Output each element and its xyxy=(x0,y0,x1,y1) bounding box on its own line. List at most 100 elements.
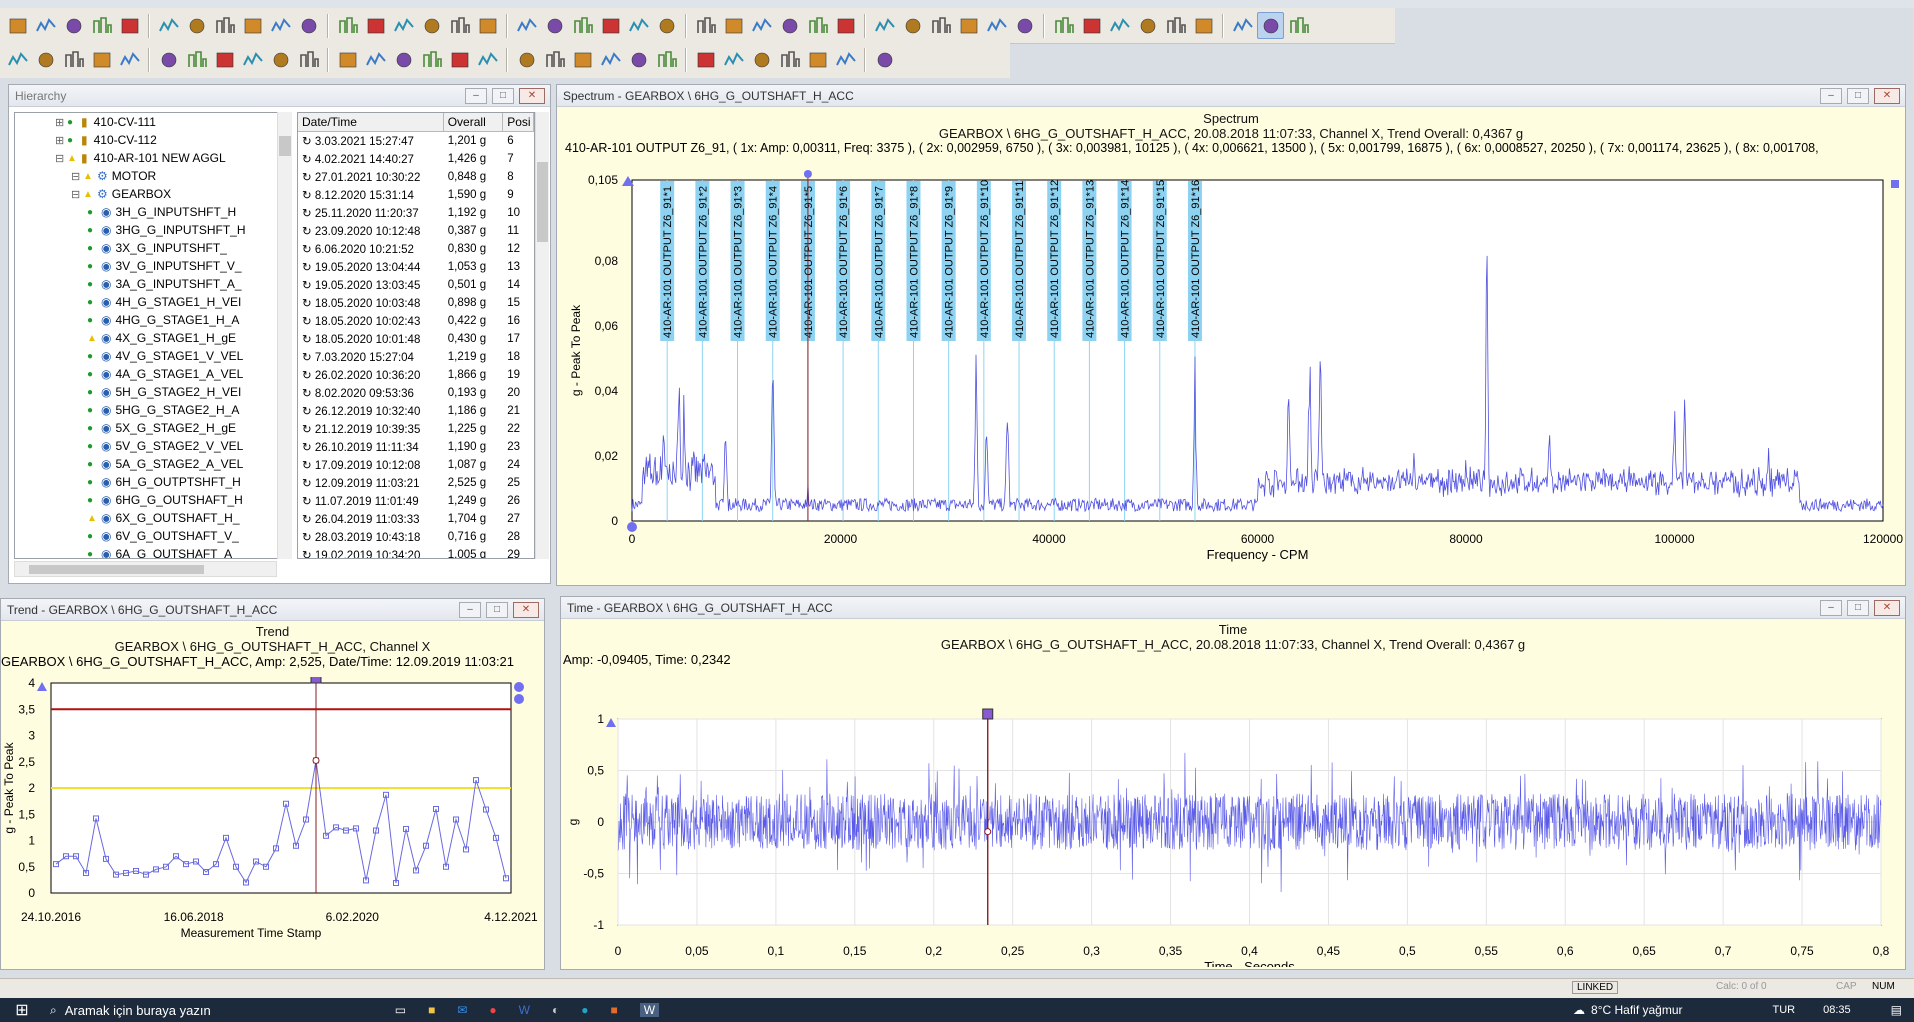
tree-node[interactable]: ⊟ ▲ ⚙ MOTOR xyxy=(15,167,291,185)
cursor-icon[interactable] xyxy=(1190,12,1217,39)
folder-icon[interactable] xyxy=(776,12,803,39)
tree-node[interactable]: ⊞ ● ▮ 410-CV-112 xyxy=(15,131,291,149)
setup-icon[interactable] xyxy=(4,47,31,74)
csv-icon[interactable] xyxy=(390,12,417,39)
harmonic-icon[interactable] xyxy=(541,12,568,39)
alarm-icon[interactable] xyxy=(88,47,115,74)
office-icon[interactable]: ■ xyxy=(610,1003,617,1017)
setup-icon[interactable] xyxy=(692,47,719,74)
tree-node[interactable]: ⊟ ▲ ⚙ GEARBOX xyxy=(15,185,291,203)
tree-node[interactable]: ▲ ◉ 6X_G_OUTSHAFT_H_ xyxy=(15,509,291,527)
spectrum-chart[interactable]: 0,105 0,08 0,06 0,04 0,02 00 20000 40000 60000 80… xyxy=(557,163,1905,583)
table-row[interactable]: ↻ 28.03.2019 10:43:18 0,716 g 28 xyxy=(298,528,534,546)
tree-node[interactable]: ● ◉ 5V_G_STAGE2_V_VEL xyxy=(15,437,291,455)
tools-icon[interactable] xyxy=(155,47,182,74)
setup-icon[interactable] xyxy=(832,12,859,39)
waterfall-icon[interactable] xyxy=(446,12,473,39)
cursor-icon[interactable] xyxy=(513,12,540,39)
report-icon[interactable] xyxy=(32,47,59,74)
info-icon[interactable] xyxy=(899,12,926,39)
app-icon[interactable]: ◐ xyxy=(552,1003,559,1017)
print-icon[interactable] xyxy=(748,12,775,39)
close-button[interactable]: ✕ xyxy=(519,87,545,104)
expand-icon[interactable]: ⊞ xyxy=(55,116,67,129)
maximize-button[interactable]: □ xyxy=(486,601,508,618)
sideband-icon[interactable] xyxy=(569,12,596,39)
close-button[interactable]: ✕ xyxy=(513,601,539,618)
clock[interactable]: 08:35 xyxy=(1823,1004,1851,1016)
tree-scrollbar[interactable] xyxy=(277,112,292,559)
db-icon[interactable] xyxy=(541,47,568,74)
collapse-icon[interactable]: ⊟ xyxy=(55,152,67,165)
grid-column-header[interactable]: Date/Time xyxy=(298,113,444,131)
folder-icon[interactable] xyxy=(625,47,652,74)
tree-node[interactable]: ● ◉ 4H_G_STAGE1_H_VEI xyxy=(15,293,291,311)
expand-icon[interactable]: ⊞ xyxy=(55,134,67,147)
folder-icon[interactable] xyxy=(88,12,115,39)
table-row[interactable]: ↻ 19.05.2020 13:04:44 1,053 g 13 xyxy=(298,258,534,276)
info-icon[interactable] xyxy=(211,12,238,39)
tree-node[interactable]: ● ◉ 3H_G_INPUTSHFT_H xyxy=(15,203,291,221)
spectrum-icon[interactable] xyxy=(267,47,294,74)
sideband-icon[interactable] xyxy=(418,47,445,74)
table-row[interactable]: ↻ 7.03.2020 15:27:04 1,219 g 18 xyxy=(298,348,534,366)
tree-node[interactable]: ● ◉ 6H_G_OUTPTSHFT_H xyxy=(15,473,291,491)
play-icon[interactable] xyxy=(653,12,680,39)
save-icon[interactable] xyxy=(116,12,143,39)
notification-icon[interactable]: ▤ xyxy=(1891,1003,1902,1017)
export-icon[interactable] xyxy=(955,12,982,39)
tree-node[interactable]: ● ◉ 5X_G_STAGE2_H_gE xyxy=(15,419,291,437)
copy-icon[interactable] xyxy=(334,12,361,39)
grid-column-header[interactable]: Overall xyxy=(444,113,504,131)
minimize-button[interactable]: – xyxy=(459,601,481,618)
tree-node[interactable]: ● ◉ 5H_G_STAGE2_H_VEI xyxy=(15,383,291,401)
tools-icon[interactable] xyxy=(983,12,1010,39)
maximize-button[interactable]: □ xyxy=(1847,599,1869,616)
table-row[interactable]: ↻ 26.02.2020 10:36:20 1,866 g 19 xyxy=(298,366,534,384)
tree-node[interactable]: ● ◉ 5A_G_STAGE2_A_VEL xyxy=(15,455,291,473)
zoom-in-icon[interactable] xyxy=(446,47,473,74)
print-icon[interactable] xyxy=(597,47,624,74)
table-row[interactable]: ↻ 25.11.2020 11:20:37 1,192 g 10 xyxy=(298,204,534,222)
tree-node[interactable]: ● ◉ 6HG_G_OUTSHAFT_H xyxy=(15,491,291,509)
time-chart[interactable]: 0 0,05 0,1 0,15 0,2 0,25 0,3 0,35 0,4 0,45 0,5 0,55… xyxy=(561,675,1905,967)
table-row[interactable]: ↻ 4.02.2021 14:40:27 1,426 g 7 xyxy=(298,150,534,168)
chart-icon[interactable] xyxy=(569,47,596,74)
table-row[interactable]: ↻ 27.01.2021 10:30:22 0,848 g 8 xyxy=(298,168,534,186)
setup-icon[interactable] xyxy=(155,12,182,39)
collapse-icon[interactable]: ⊟ xyxy=(71,188,83,201)
measurement-grid[interactable]: Date/Time Overall Posi ↻ 3.03.2021 15:27:47… xyxy=(297,112,535,559)
paste-icon[interactable] xyxy=(211,47,238,74)
table-row[interactable]: ↻ 17.09.2019 10:12:08 1,087 g 24 xyxy=(298,456,534,474)
grid-column-header[interactable]: Posi xyxy=(503,113,534,131)
tree-node[interactable]: ● ◉ 4V_G_STAGE1_V_VEL xyxy=(15,347,291,365)
collapse-icon[interactable]: ⊟ xyxy=(71,170,83,183)
play-icon[interactable] xyxy=(513,47,540,74)
report-icon[interactable] xyxy=(183,12,210,39)
table-row[interactable]: ↻ 11.07.2019 11:01:49 1,249 g 26 xyxy=(298,492,534,510)
alarm-icon[interactable] xyxy=(927,12,954,39)
language-indicator[interactable]: TUR xyxy=(1773,1004,1796,1016)
table-row[interactable]: ↻ 8.12.2020 15:31:14 1,590 g 9 xyxy=(298,186,534,204)
table-row[interactable]: ↻ 26.12.2019 10:32:40 1,186 g 21 xyxy=(298,402,534,420)
report-icon[interactable] xyxy=(871,12,898,39)
table-row[interactable]: ↻ 23.09.2020 10:12:48 0,387 g 11 xyxy=(298,222,534,240)
tree-node[interactable]: ● ◉ 5HG_G_STAGE2_H_A xyxy=(15,401,291,419)
copy-icon[interactable] xyxy=(1011,12,1038,39)
tree-node[interactable]: ▲ ◉ 4X_G_STAGE1_H_gE xyxy=(15,329,291,347)
minimize-button[interactable]: – xyxy=(465,87,487,104)
tree-node[interactable]: ⊞ ● ▮ 410-CV-111 xyxy=(15,113,291,131)
tree-node[interactable]: ● ◉ 4HG_G_STAGE1_H_A xyxy=(15,311,291,329)
waterfall-icon[interactable] xyxy=(1134,12,1161,39)
zoom-out-icon[interactable] xyxy=(474,47,501,74)
explorer-icon[interactable]: ■ xyxy=(428,1003,435,1017)
table-row[interactable]: ↻ 12.09.2019 11:03:21 2,525 g 25 xyxy=(298,474,534,492)
sideband-icon[interactable] xyxy=(1257,12,1284,39)
table-row[interactable]: ↻ 18.05.2020 10:03:48 0,898 g 15 xyxy=(298,294,534,312)
table-row[interactable]: ↻ 21.12.2019 10:39:35 1,225 g 22 xyxy=(298,420,534,438)
tree-node[interactable]: ● ◉ 3HG_G_INPUTSHFT_H xyxy=(15,221,291,239)
chart-icon[interactable] xyxy=(32,12,59,39)
tree-node[interactable]: ● ◉ 4A_G_STAGE1_A_VEL xyxy=(15,365,291,383)
tree-node[interactable]: ● ◉ 6A_G_OUTSHAFT_A_ xyxy=(15,545,291,558)
mail-icon[interactable]: ✉ xyxy=(457,1003,467,1017)
